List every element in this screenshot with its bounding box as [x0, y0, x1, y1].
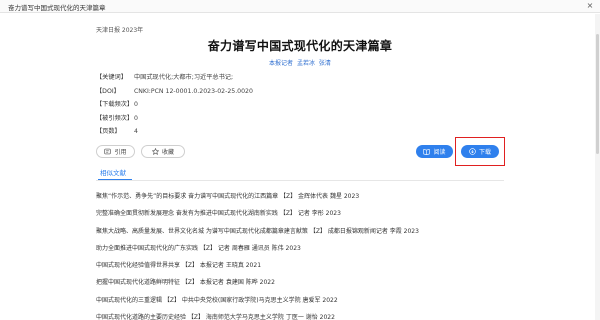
meta-value[interactable]: 中国式现代化;大都市;习近平总书记;: [134, 74, 233, 81]
download-highlight-box: [455, 137, 505, 166]
star-icon: [151, 148, 159, 155]
meta-value: 0: [133, 101, 138, 108]
list-item[interactable]: 中国式现代化的三重逻辑 【Z】 中共中央党校(国家行政学院)马克思主义学院 唐爱…: [96, 292, 516, 309]
list-item[interactable]: 聚焦大战略、高质量发展、世界文化名城 为谱写中国式现代化成都篇章建言献策 【Z】…: [96, 223, 516, 240]
author-link[interactable]: 本报记者: [269, 60, 293, 67]
cite-button-label: 引用: [114, 149, 127, 156]
vertical-scrollbar[interactable]: [595, 14, 600, 320]
read-button[interactable]: 阅读: [416, 145, 453, 158]
author-list: 本报记者 孟若冰 张清: [0, 58, 600, 67]
related-list: 聚焦“作示范、勇争先”的目标要求 奋力谱写中国式现代化的江西篇章 【Z】 金辉体…: [96, 188, 516, 320]
article-title: 奋力谱写中国式现代化的天津篇章: [207, 39, 393, 53]
meta-label: 【下载频次】: [96, 101, 134, 108]
author-link[interactable]: 孟若冰: [297, 60, 315, 67]
meta-pages: 【页数】 4: [96, 125, 496, 139]
book-icon: [423, 148, 431, 155]
meta-label: 【DOI】: [96, 87, 120, 95]
meta-keywords: 【关键词】 中国式现代化;大都市;习近平总书记;: [96, 71, 496, 85]
favorite-button-label: 收藏: [161, 149, 174, 156]
document-view: 天津日报 2023年 奋力谱写中国式现代化的天津篇章 本报记者 孟若冰 张清 【…: [0, 14, 600, 320]
meta-doi: 【DOI】 CNKI:PCN 12-0001.0.2023-02-25.0020: [96, 85, 496, 99]
article-metadata: 【关键词】 中国式现代化;大都市;习近平总书记; 【DOI】 CNKI:PCN …: [96, 71, 496, 139]
meta-downloads: 【下载频次】 0: [96, 98, 496, 112]
cite-button[interactable]: 引用: [96, 145, 135, 158]
window-title: 奋力谱写中国式现代化的天津篇章: [8, 4, 106, 12]
list-item[interactable]: 中国式现代化经验值得世界共享 【Z】 本报记者 王晓真 2021: [96, 257, 516, 274]
favorite-button[interactable]: 收藏: [141, 145, 185, 158]
tab-related-literature[interactable]: 相似文献: [100, 167, 126, 177]
close-icon[interactable]: ×: [585, 1, 595, 11]
read-button-label: 阅读: [433, 149, 446, 156]
meta-value: CNKI:PCN 12-0001.0.2023-02-25.0020: [133, 87, 253, 95]
list-item[interactable]: 聚焦“作示范、勇争先”的目标要求 奋力谱写中国式现代化的江西篇章 【Z】 金辉体…: [96, 188, 516, 205]
quote-icon: [104, 148, 112, 155]
list-item[interactable]: 中国式现代化道路的主要历史经验 【Z】 海南师范大学马克思主义学院 丁医一 谢怡…: [96, 309, 516, 320]
meta-label: 【关键词】: [96, 74, 127, 81]
meta-value: 4: [133, 128, 138, 135]
scrollbar-thumb[interactable]: [596, 34, 599, 154]
window-titlebar: 奋力谱写中国式现代化的天津篇章 ×: [0, 0, 600, 13]
meta-label: 【被引频次】: [96, 114, 134, 122]
tab-divider: [96, 180, 504, 181]
author-link[interactable]: 张清: [319, 60, 331, 67]
meta-value: 0: [133, 114, 138, 122]
list-item[interactable]: 把握中国式现代化道路鲜明特征 【Z】 本报记者 袁建国 陈晔 2022: [96, 274, 516, 291]
article-source: 天津日报 2023年: [96, 27, 144, 34]
meta-label: 【页数】: [96, 128, 121, 135]
meta-citations: 【被引频次】 0: [96, 112, 496, 126]
list-item[interactable]: 助力全面推进中国式现代化的广东实践 【Z】 记者 周春雁 通讯员 陈伟 2023: [96, 240, 516, 257]
list-item[interactable]: 完整准确全面贯彻新发展理念 奋发有为推进中国式现代化湖南新实践 【Z】 记者 李…: [96, 205, 516, 222]
